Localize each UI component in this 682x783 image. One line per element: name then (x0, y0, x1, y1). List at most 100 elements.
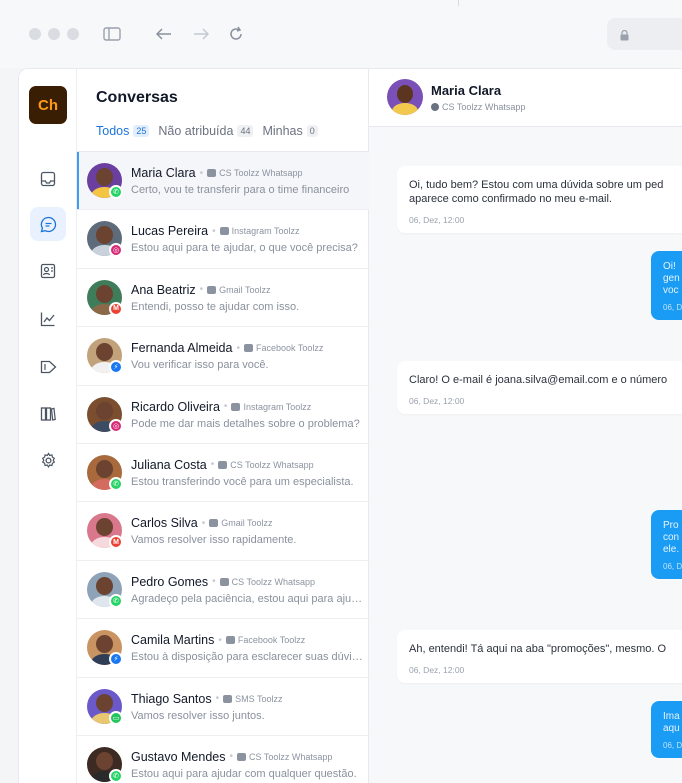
outgoing-message[interactable]: Ima aqu 06, D (651, 701, 682, 758)
conversations-title: Conversas (96, 89, 178, 106)
message-time: 06, Dez, 12:00 (409, 665, 465, 675)
channel-tag: CS Toolzz Whatsapp (237, 752, 332, 762)
message-text: Oi, tudo bem? Estou com uma dúvida sobre… (409, 179, 664, 191)
campaigns-icon[interactable] (30, 350, 66, 384)
chat-icon[interactable] (30, 207, 66, 241)
channel-label: CS Toolzz Whatsapp (442, 102, 526, 112)
conversation-list-panel: Conversas Todos 25 Não atribuída 44 Minh… (77, 69, 369, 783)
outgoing-message[interactable]: Oi! gen voc 06, D (651, 251, 682, 320)
tab-count: 0 (306, 125, 318, 137)
sidebar-toggle-icon[interactable] (100, 22, 124, 46)
channel-tag: Gmail Toolzz (207, 285, 271, 295)
outgoing-message[interactable]: Pro con ele. 06, D (651, 510, 682, 579)
message-preview: Estou aqui para te ajudar, o que você pr… (131, 242, 358, 255)
window-minimize-dot[interactable] (48, 28, 60, 40)
separator-dot: • (201, 517, 206, 529)
whatsapp-icon: ✆ (109, 593, 123, 608)
conversation-item[interactable]: ◎ Ricardo Oliveira • Instagram Toolzz Po… (77, 386, 369, 444)
back-arrow-icon[interactable] (152, 22, 176, 46)
channel-tag: CS Toolzz Whatsapp (218, 460, 314, 470)
messenger-icon: ⚡ (109, 652, 123, 667)
contact-name: Pedro Gomes (131, 574, 209, 589)
channel-tag: SMS Toolzz (223, 694, 282, 704)
conversation-item[interactable]: ✆ Gustavo Mendes • CS Toolzz Whatsapp Es… (77, 736, 369, 783)
message-time: 06, Dez, 12:00 (409, 396, 465, 406)
incoming-message[interactable]: Ah, entendi! Tá aqui na aba "promoções",… (397, 630, 682, 683)
channel-tag: Gmail Toolzz (209, 518, 273, 529)
whatsapp-icon: ✆ (109, 476, 123, 491)
incoming-message[interactable]: Claro! O e-mail é joana.silva@email.com … (397, 361, 682, 414)
tab-mine[interactable]: Minhas 0 (262, 124, 318, 138)
channel-icon (243, 344, 253, 353)
message-time: 06, D (663, 303, 682, 312)
library-icon[interactable] (30, 397, 66, 431)
message-time: 06, D (663, 562, 682, 571)
conversation-item[interactable]: ✆ Pedro Gomes • CS Toolzz Whatsapp Agrad… (77, 561, 369, 620)
message-preview: Estou aqui para ajudar com qualquer ques… (131, 767, 357, 780)
contact-channel: CS Toolzz Whatsapp (431, 102, 525, 112)
message-text: Ima (663, 711, 680, 722)
separator-dot: • (236, 342, 240, 354)
tab-divider (458, 0, 459, 6)
settings-gear-icon[interactable] (30, 443, 66, 477)
tab-label: Minhas (262, 124, 303, 138)
contact-name: Ricardo Oliveira (131, 399, 220, 414)
message-text: gen (663, 273, 680, 284)
incoming-message[interactable]: Oi, tudo bem? Estou com uma dúvida sobre… (397, 166, 682, 233)
conversation-item[interactable]: ⚡ Fernanda Almeida • Facebook Toolzz Vou… (77, 327, 369, 386)
channel-icon (231, 402, 241, 411)
whatsapp-icon (431, 103, 439, 111)
conversation-item[interactable]: ▭ Thiago Santos • SMS Toolzz Vamos resol… (77, 678, 369, 736)
contact-name: Gustavo Mendes (131, 749, 226, 764)
tab-unassigned[interactable]: Não atribuída 44 (158, 124, 254, 138)
message-text: ele. (663, 544, 680, 555)
message-preview: Vamos resolver isso rapidamente. (131, 534, 297, 547)
separator-dot: • (223, 401, 228, 413)
window-maximize-dot[interactable] (67, 28, 79, 40)
conversation-item[interactable]: ◎ Lucas Pereira • Instagram Toolzz Estou… (77, 210, 369, 269)
channel-tag: Instagram Toolzz (231, 402, 311, 412)
conversation-item[interactable]: M Ana Beatriz • Gmail Toolzz Entendi, po… (77, 269, 369, 328)
channel-tag: Instagram Toolzz (219, 226, 300, 236)
channel-tag: CS Toolzz Whatsapp (219, 577, 315, 587)
channel-icon (219, 227, 229, 236)
channel-label: Gmail Toolzz (221, 518, 273, 529)
channel-icon (207, 285, 217, 294)
contact-avatar[interactable] (387, 79, 423, 115)
contact-name: Thiago Santos (131, 691, 212, 706)
forward-arrow-icon[interactable] (189, 22, 213, 46)
nav-rail: Ch (19, 69, 77, 783)
channel-icon (209, 519, 219, 528)
separator-dot: • (210, 459, 215, 471)
address-bar[interactable] (607, 18, 682, 50)
conversation-item[interactable]: ⚡ Camila Martins • Facebook Toolzz Estou… (77, 619, 369, 678)
message-preview: Estou à disposição para esclarecer suas … (131, 651, 363, 664)
conversation-item[interactable]: M Carlos Silva • Gmail Toolzz Vamos reso… (77, 502, 369, 561)
inbox-icon[interactable] (30, 162, 66, 196)
contact-name: Ana Beatriz (131, 282, 196, 297)
conversation-items: ✆ Maria Clara • CS Toolzz Whatsapp Certo… (77, 152, 369, 783)
message-time: 06, D (663, 741, 682, 750)
reports-icon[interactable] (30, 302, 66, 336)
conversation-item[interactable]: ✆ Maria Clara • CS Toolzz Whatsapp Certo… (77, 152, 369, 211)
message-preview: Pode me dar mais detalhes sobre o proble… (131, 417, 360, 430)
contacts-icon[interactable] (30, 254, 66, 288)
messenger-icon: ⚡ (109, 360, 123, 375)
channel-icon (207, 169, 217, 177)
reload-icon[interactable] (224, 22, 248, 46)
contact-name: Carlos Silva (131, 516, 198, 531)
message-text: Oi! (663, 261, 676, 272)
conversation-item[interactable]: ✆ Juliana Costa • CS Toolzz Whatsapp Est… (77, 444, 369, 503)
separator-dot: • (199, 167, 204, 179)
message-preview: Estou transferindo você para um especial… (131, 475, 354, 488)
lock-icon (620, 28, 629, 46)
app-logo[interactable]: Ch (29, 86, 67, 124)
tab-all[interactable]: Todos 25 (96, 124, 150, 138)
message-text: Claro! O e-mail é joana.silva@email.com … (409, 374, 668, 386)
channel-label: SMS Toolzz (235, 693, 283, 704)
window-close-dot[interactable] (29, 28, 41, 40)
contact-name: Lucas Pereira (131, 224, 209, 239)
tab-label: Não atribuída (158, 124, 234, 138)
message-text: aparece como confirmado no meu e-mail. (409, 193, 612, 205)
channel-icon (223, 694, 233, 703)
